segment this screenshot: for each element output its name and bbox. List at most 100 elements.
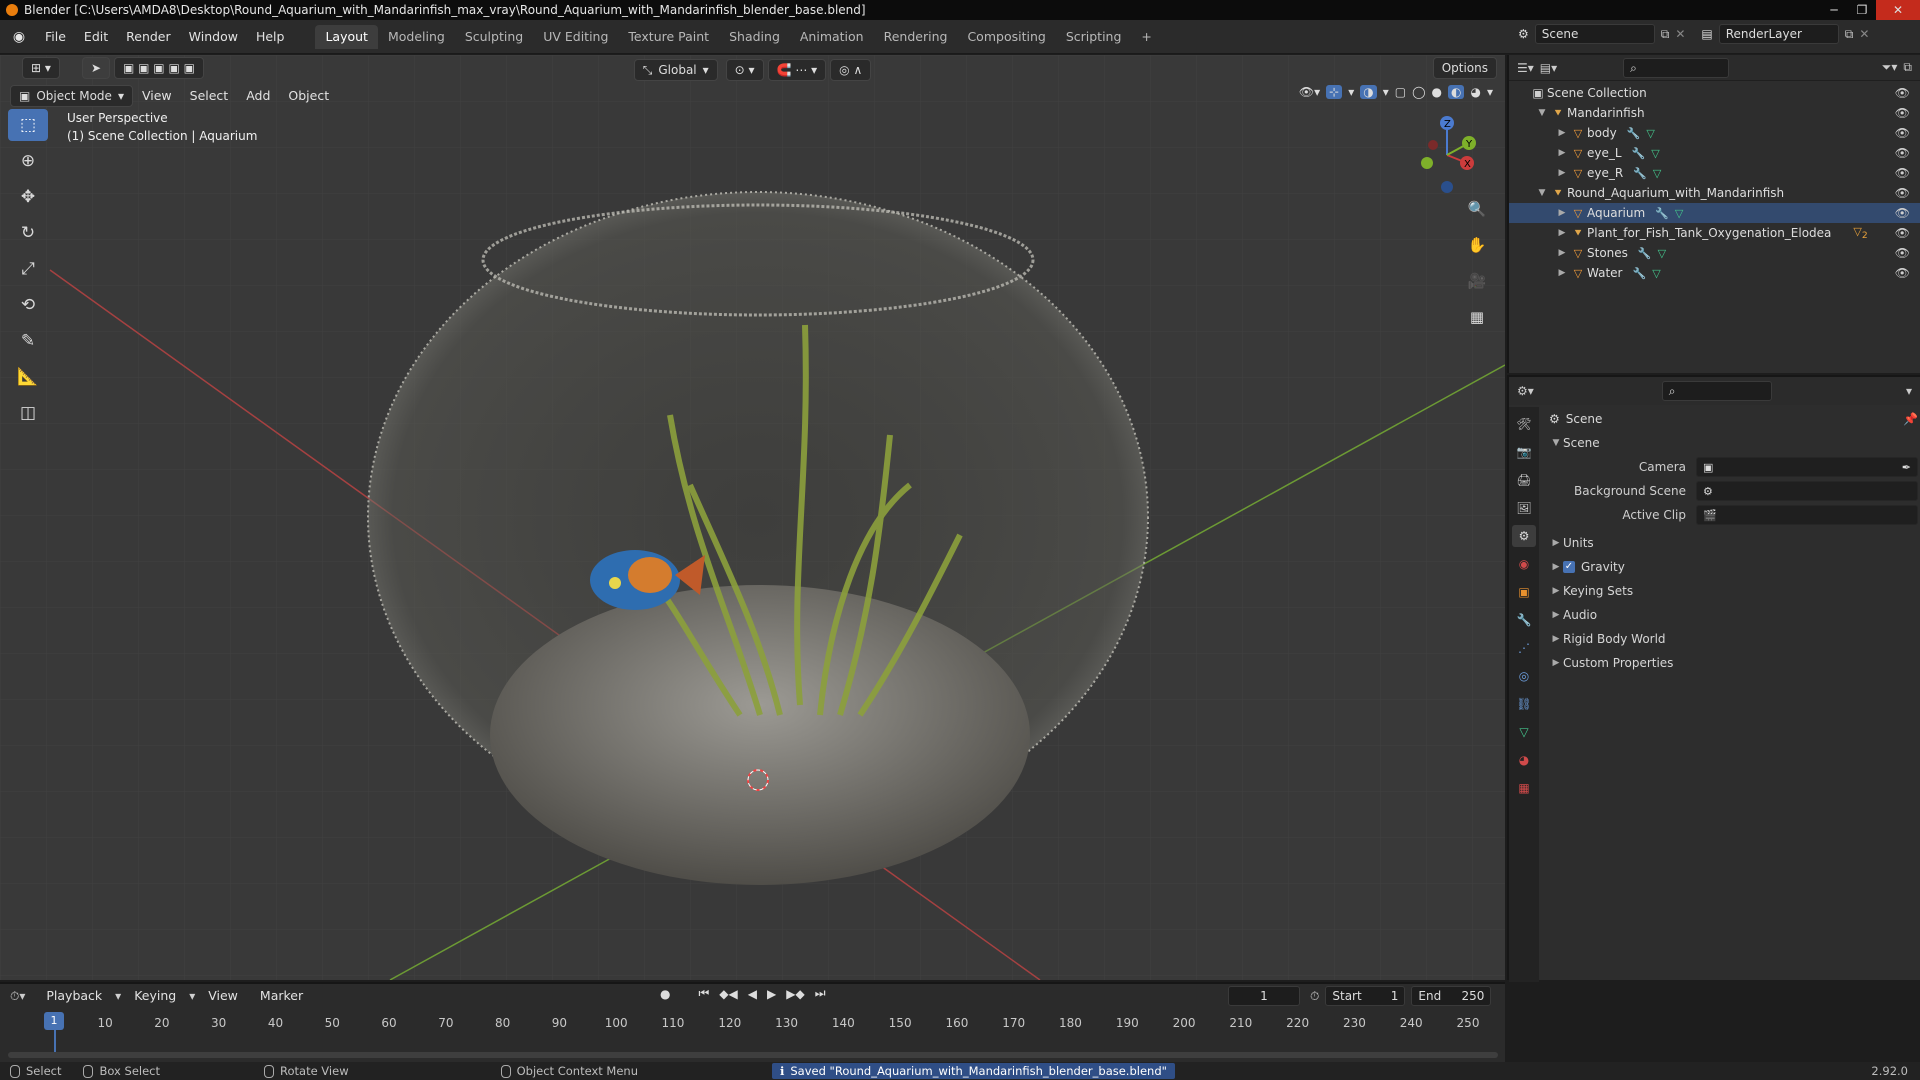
panel-keying-sets[interactable]: ▶ Keying Sets [1543, 579, 1918, 603]
tab-modeling[interactable]: Modeling [378, 25, 455, 49]
tab-uv-editing[interactable]: UV Editing [533, 25, 618, 49]
record-icon[interactable]: ● [660, 987, 670, 1001]
close-button[interactable]: ✕ [1876, 0, 1920, 20]
data-tab-icon[interactable]: ▽ [1512, 721, 1536, 743]
outliner-item-mandarinfish[interactable]: ▼ ⯆ Mandarinfish 👁 [1509, 103, 1920, 123]
expand-icon[interactable]: ▼ [1535, 108, 1549, 118]
material-tab-icon[interactable]: ◕ [1512, 749, 1536, 771]
add-cube-tool-icon[interactable]: ◫ [8, 397, 48, 429]
zoom-icon[interactable]: 🔍 [1463, 195, 1491, 223]
menu-render[interactable]: Render [117, 26, 180, 48]
tab-scripting[interactable]: Scripting [1056, 25, 1132, 49]
minimize-button[interactable]: ─ [1820, 0, 1848, 20]
panel-units[interactable]: ▶ Units [1543, 531, 1918, 555]
play-reverse-icon[interactable]: ◀ [748, 987, 757, 1001]
outliner-item-round-aquarium[interactable]: ▼ ⯆ Round_Aquarium_with_Mandarinfish 👁 [1509, 183, 1920, 203]
view-layer-tab-icon[interactable]: 🖼 [1512, 497, 1536, 519]
playhead[interactable]: 1 [44, 1012, 64, 1030]
current-frame-field[interactable]: 1 [1228, 986, 1300, 1006]
tab-shading[interactable]: Shading [719, 25, 790, 49]
panel-scene-header[interactable]: ▼ Scene [1543, 431, 1918, 455]
move-tool-icon[interactable]: ✥ [8, 181, 48, 213]
physics-tab-icon[interactable]: ◎ [1512, 665, 1536, 687]
measure-tool-icon[interactable]: 📐 [8, 361, 48, 393]
properties-editor-icon[interactable]: ⚙▾ [1517, 384, 1534, 398]
camera-field[interactable]: ▣ ✒ [1696, 457, 1918, 477]
expand-icon[interactable]: ▶ [1555, 268, 1569, 278]
expand-icon[interactable]: ▶ [1555, 248, 1569, 258]
shading-options-icon[interactable]: ▾ [1487, 85, 1493, 99]
tool-tab-icon[interactable]: 🛠 [1512, 413, 1536, 435]
tab-compositing[interactable]: Compositing [957, 25, 1055, 49]
start-frame-field[interactable]: Start 1 [1325, 986, 1406, 1006]
panel-audio[interactable]: ▶ Audio [1543, 603, 1918, 627]
timeline-menu-keying[interactable]: Keying [125, 985, 185, 1007]
expand-icon[interactable]: ▶ [1555, 208, 1569, 218]
snap-button[interactable]: 🧲 ⋯ ▾ [767, 59, 827, 81]
renderlayer-selector[interactable]: RenderLayer [1718, 24, 1839, 44]
outliner-search-input[interactable]: ⌕ [1623, 57, 1730, 78]
timeline-menu-marker[interactable]: Marker [251, 985, 312, 1007]
viewport-menu-object[interactable]: Object [279, 85, 338, 107]
solid-shading-icon[interactable]: ● [1432, 85, 1442, 99]
transform-tool-icon[interactable]: ⟲ [8, 289, 48, 321]
save-report[interactable]: ℹ Saved "Round_Aquarium_with_Mandarinfish… [772, 1063, 1175, 1079]
outliner-item-water[interactable]: ▶ ▽ Water 🔧 ▽ 👁 [1509, 263, 1920, 283]
expand-icon[interactable]: ▼ [1535, 188, 1549, 198]
selection-modes[interactable]: ▣ ▣ ▣ ▣ ▣ [114, 57, 204, 79]
select-mode-button[interactable]: ➤ [82, 57, 111, 79]
prev-keyframe-icon[interactable]: ◆◀ [719, 987, 737, 1001]
select-box-tool-icon[interactable]: ⬚ [8, 109, 48, 141]
object-tab-icon[interactable]: ▣ [1512, 581, 1536, 603]
expand-icon[interactable]: ▶ [1555, 228, 1569, 238]
end-frame-field[interactable]: End 250 [1411, 986, 1492, 1006]
display-mode-icon[interactable]: ▤▾ [1540, 61, 1557, 75]
scene-tab-icon[interactable]: ⚙ [1512, 525, 1536, 547]
active-clip-field[interactable]: 🎬 [1696, 505, 1918, 525]
rendered-shading-icon[interactable]: ◕ [1470, 85, 1480, 99]
rotate-tool-icon[interactable]: ↻ [8, 217, 48, 249]
proportional-edit-button[interactable]: ◎ ∧ [830, 59, 872, 81]
scene-selector[interactable]: Scene [1534, 24, 1655, 44]
navigation-gizmo[interactable]: Z X Y [1415, 115, 1485, 195]
gravity-checkbox[interactable]: ✓ [1563, 561, 1575, 573]
mode-selector[interactable]: Object Mode [36, 86, 112, 106]
filter-icon[interactable]: ⏷▾ [1882, 60, 1898, 75]
output-tab-icon[interactable]: 🖨 [1512, 469, 1536, 491]
expand-icon[interactable]: ▶ [1555, 148, 1569, 158]
panel-custom-properties[interactable]: ▶ Custom Properties [1543, 651, 1918, 675]
pivot-point-button[interactable]: ⊙ ▾ [725, 59, 764, 81]
transform-orientation[interactable]: Global [658, 60, 696, 80]
world-tab-icon[interactable]: ◉ [1512, 553, 1536, 575]
menu-file[interactable]: File [36, 26, 75, 48]
eye-icon[interactable]: 👁 [1895, 266, 1910, 280]
maximize-button[interactable]: ❐ [1848, 0, 1876, 20]
pan-hand-icon[interactable]: ✋ [1463, 231, 1491, 259]
eye-icon[interactable]: 👁 [1895, 166, 1910, 180]
panel-gravity[interactable]: ▶ ✓ Gravity [1543, 555, 1918, 579]
blender-menu-icon[interactable]: ◉ [10, 28, 28, 46]
3d-viewport[interactable]: ⤡ Global ▾ ⊙ ▾ 🧲 ⋯ ▾ ◎ ∧ Options ⊞ ▾ ➤ ▣… [0, 55, 1505, 980]
new-renderlayer-icon[interactable]: ⧉ [1845, 27, 1854, 42]
menu-help[interactable]: Help [247, 26, 294, 48]
wireframe-shading-icon[interactable]: ◯ [1412, 85, 1425, 99]
timeline-scrollbar[interactable] [8, 1052, 1498, 1058]
chevron-down-icon[interactable]: ▾ [1906, 384, 1912, 398]
timeline-menu-playback[interactable]: Playback [37, 985, 111, 1007]
viewport-menu-view[interactable]: View [133, 85, 181, 107]
scale-tool-icon[interactable]: ⤢ [8, 253, 48, 285]
render-tab-icon[interactable]: 📷 [1512, 441, 1536, 463]
modifier-tab-icon[interactable]: 🔧 [1512, 609, 1536, 631]
editor-type-button[interactable]: ⊞ ▾ [22, 57, 60, 79]
annotate-tool-icon[interactable]: ✎ [8, 325, 48, 357]
panel-rigid-body-world[interactable]: ▶ Rigid Body World [1543, 627, 1918, 651]
outliner-editor-icon[interactable]: ☰▾ [1517, 61, 1534, 75]
outliner-item-eye-r[interactable]: ▶ ▽ eye_R 🔧 ▽ 👁 [1509, 163, 1920, 183]
cursor-tool-icon[interactable]: ⊕ [8, 145, 48, 177]
next-keyframe-icon[interactable]: ▶◆ [786, 987, 804, 1001]
tab-animation[interactable]: Animation [790, 25, 874, 49]
viewport-menu-select[interactable]: Select [181, 85, 238, 107]
timeline-editor-icon[interactable]: ⏱▾ [10, 989, 25, 1004]
tab-sculpting[interactable]: Sculpting [455, 25, 533, 49]
eye-icon[interactable]: 👁 [1895, 126, 1910, 140]
